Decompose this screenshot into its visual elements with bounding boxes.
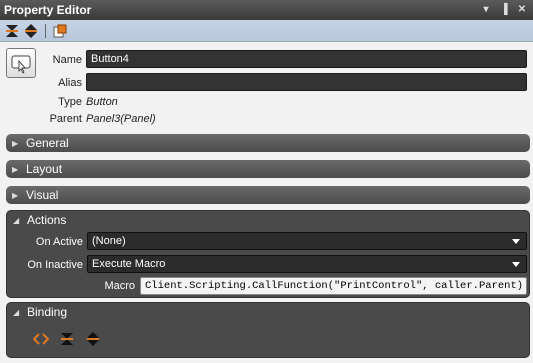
section-binding: ◢ Binding bbox=[6, 302, 530, 358]
macro-label: Macro bbox=[104, 280, 135, 292]
parent-value: Panel3(Panel) bbox=[86, 113, 156, 125]
on-inactive-label: On Inactive bbox=[27, 259, 83, 271]
alias-label: Alias bbox=[58, 77, 82, 89]
section-general[interactable]: ▶ General bbox=[6, 134, 530, 152]
section-visual-label: Visual bbox=[26, 188, 59, 202]
expand-arrow-icon: ▶ bbox=[12, 190, 19, 200]
section-layout[interactable]: ▶ Layout bbox=[6, 160, 530, 178]
toolbar bbox=[0, 20, 533, 42]
on-active-label: On Active bbox=[35, 236, 83, 248]
chevron-down-icon bbox=[512, 238, 520, 244]
collapse-all-icon[interactable] bbox=[4, 23, 20, 39]
section-general-label: General bbox=[26, 136, 69, 150]
section-layout-label: Layout bbox=[26, 162, 63, 176]
section-binding-header[interactable]: ◢ Binding bbox=[7, 303, 529, 321]
type-label: Type bbox=[58, 96, 82, 108]
alias-field[interactable] bbox=[86, 73, 527, 91]
type-value: Button bbox=[86, 96, 118, 108]
on-inactive-value: Execute Macro bbox=[92, 258, 166, 270]
pin-icon[interactable]: ▐ bbox=[497, 3, 511, 17]
toolbar-separator bbox=[45, 23, 46, 38]
collapse-arrow-icon: ◢ bbox=[13, 215, 20, 225]
property-panel: Name Button4 Alias Type Button Parent Pa… bbox=[0, 42, 533, 363]
button-control-icon bbox=[6, 48, 36, 78]
code-binding-icon[interactable] bbox=[33, 331, 49, 347]
section-actions: ◢ Actions On Active (None) On Inactive E… bbox=[6, 210, 530, 298]
section-actions-label: Actions bbox=[27, 213, 67, 227]
on-inactive-select[interactable]: Execute Macro bbox=[87, 255, 527, 273]
parent-label: Parent bbox=[49, 113, 82, 125]
title-bar: Property Editor ▾ ▐ ✕ bbox=[0, 0, 533, 20]
name-field[interactable]: Button4 bbox=[86, 50, 527, 68]
collapse-arrow-icon: ◢ bbox=[13, 307, 20, 317]
section-actions-header[interactable]: ◢ Actions bbox=[7, 211, 529, 229]
section-binding-label: Binding bbox=[27, 305, 68, 319]
chevron-down-icon bbox=[512, 261, 520, 267]
name-label: Name bbox=[52, 54, 82, 66]
on-active-select[interactable]: (None) bbox=[87, 232, 527, 250]
dropdown-menu-icon[interactable]: ▾ bbox=[479, 3, 493, 17]
section-visual[interactable]: ▶ Visual bbox=[6, 186, 530, 204]
edit-properties-icon[interactable] bbox=[52, 23, 68, 39]
expand-arrow-icon: ▶ bbox=[12, 164, 19, 174]
expand-all-icon[interactable] bbox=[23, 23, 39, 39]
collapse-all-icon[interactable] bbox=[59, 331, 75, 347]
macro-field[interactable]: Client.Scripting.CallFunction("PrintCont… bbox=[140, 277, 527, 295]
expand-arrow-icon: ▶ bbox=[12, 138, 19, 148]
close-icon[interactable]: ✕ bbox=[515, 3, 529, 17]
on-active-value: (None) bbox=[92, 235, 126, 247]
window-title: Property Editor bbox=[4, 3, 92, 17]
expand-all-icon[interactable] bbox=[85, 331, 101, 347]
